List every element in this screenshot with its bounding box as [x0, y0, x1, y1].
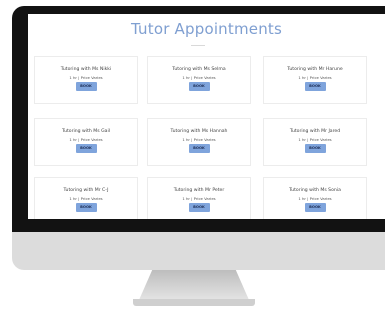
card-meta: 1 hr | Price Varies [69, 75, 103, 80]
appointment-card: Tutoring with Ms Nikki 1 hr | Price Vari… [34, 56, 138, 104]
appointment-card: Tutoring with Mr Jared 1 hr | Price Vari… [263, 118, 367, 166]
book-button[interactable]: BOOK [304, 82, 326, 91]
card-meta: 1 hr | Price Varies [298, 196, 332, 201]
imac-mockup: Tutor Appointments Tutoring with Ms Nikk… [0, 0, 385, 311]
appointment-card: Tutoring with Ms Gail 1 hr | Price Varie… [34, 118, 138, 166]
book-button[interactable]: BOOK [188, 203, 210, 212]
card-title: Tutoring with Mr Harune [287, 67, 343, 72]
monitor-screen: Tutor Appointments Tutoring with Ms Nikk… [28, 14, 385, 219]
appointment-card: Tutoring with Ms Hannah 1 hr | Price Var… [147, 118, 251, 166]
book-button[interactable]: BOOK [75, 203, 97, 212]
card-title: Tutoring with Mr Jared [289, 129, 341, 134]
book-button[interactable]: BOOK [75, 144, 97, 153]
title-divider [191, 45, 205, 46]
card-title: Tutoring with Ms Nikki [60, 67, 112, 72]
book-button[interactable]: BOOK [188, 144, 210, 153]
book-button[interactable]: BOOK [304, 144, 326, 153]
card-meta: 1 hr | Price Varies [182, 75, 216, 80]
book-button[interactable]: BOOK [75, 82, 97, 91]
appointment-card: Tutoring with Mr Peter 1 hr | Price Vari… [147, 177, 251, 219]
appointment-card: Tutoring with Ms Selma 1 hr | Price Vari… [147, 56, 251, 104]
monitor-stand-foot [133, 299, 255, 306]
card-meta: 1 hr | Price Varies [69, 137, 103, 142]
card-meta: 1 hr | Price Varies [182, 137, 216, 142]
card-title: Tutoring with Ms Sonia [289, 188, 341, 193]
card-title: Tutoring with Ms Hannah [170, 129, 228, 134]
monitor-stand-neck [139, 270, 249, 300]
card-title: Tutoring with Mr Peter [173, 188, 225, 193]
card-title: Tutoring with Mr C-J [63, 188, 109, 193]
card-meta: 1 hr | Price Varies [298, 137, 332, 142]
appointment-card: Tutoring with Mr C-J 1 hr | Price Varies… [34, 177, 138, 219]
book-button[interactable]: BOOK [304, 203, 326, 212]
book-button[interactable]: BOOK [188, 82, 210, 91]
appointment-card: Tutoring with Mr Harune 1 hr | Price Var… [263, 56, 367, 104]
card-meta: 1 hr | Price Varies [69, 196, 103, 201]
card-meta: 1 hr | Price Varies [298, 75, 332, 80]
card-meta: 1 hr | Price Varies [182, 196, 216, 201]
card-title: Tutoring with Ms Gail [61, 129, 111, 134]
appointment-card: Tutoring with Ms Sonia 1 hr | Price Vari… [263, 177, 367, 219]
page-title: Tutor Appointments [130, 20, 283, 38]
card-title: Tutoring with Ms Selma [172, 67, 226, 72]
monitor-chin [12, 232, 385, 270]
